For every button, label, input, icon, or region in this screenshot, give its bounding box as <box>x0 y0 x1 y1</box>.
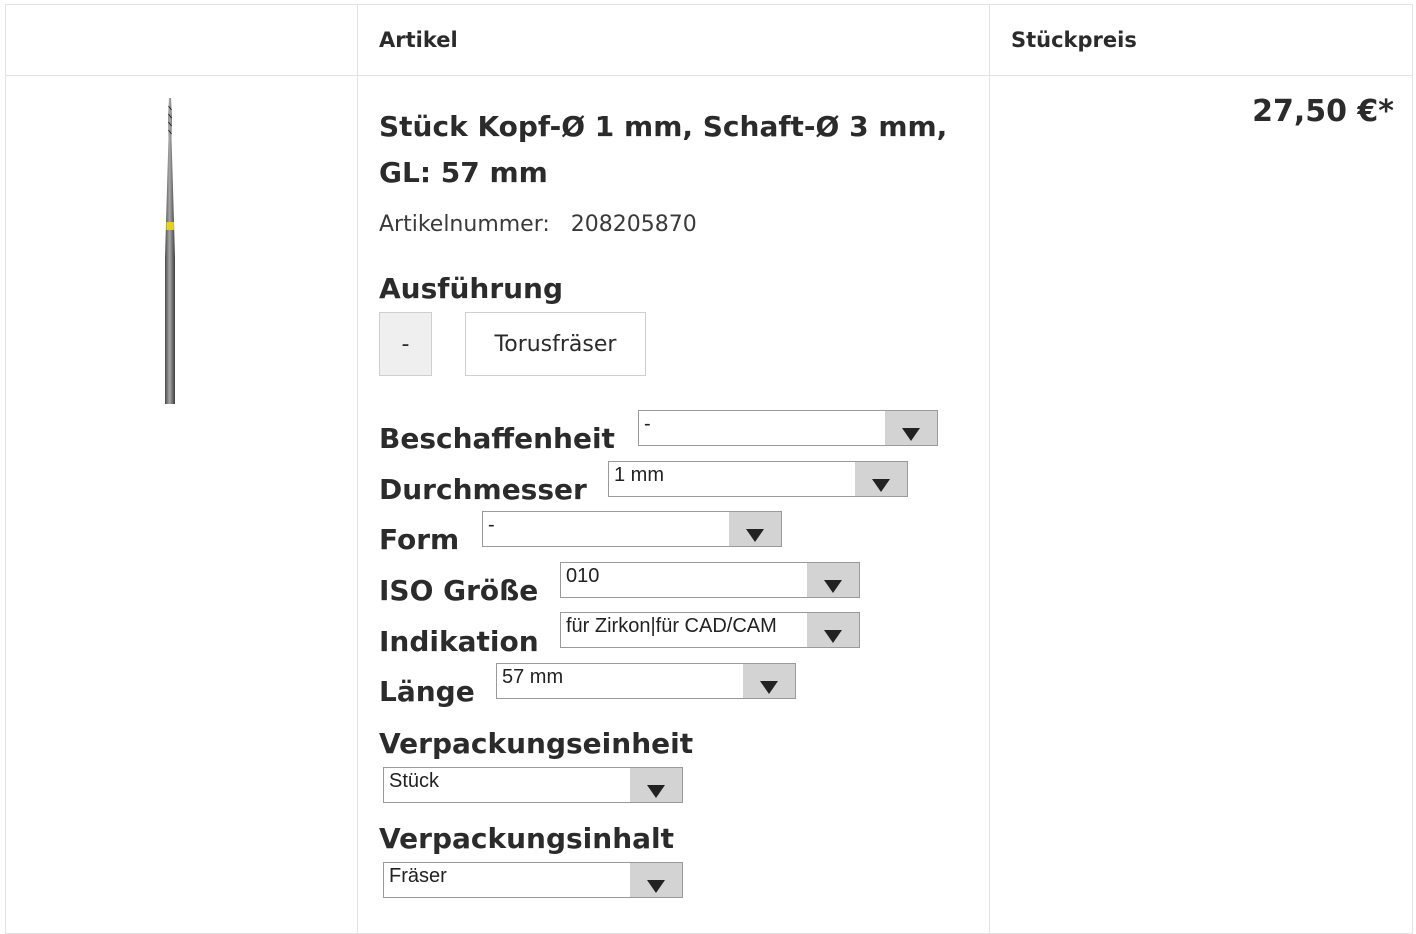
durchmesser-select[interactable]: 1 mm <box>608 461 908 497</box>
article-number: 208205870 <box>570 212 697 237</box>
verpackungsinhalt-select[interactable]: Fräser <box>383 862 683 898</box>
chevron-down-icon <box>855 462 907 496</box>
laenge-select[interactable]: 57 mm <box>496 663 796 699</box>
iso-select[interactable]: 010 <box>560 562 860 598</box>
article-number-label: Artikelnummer: <box>379 212 550 237</box>
laenge-label: Länge <box>379 675 475 708</box>
form-label: Form <box>379 523 460 556</box>
unit-price: 27,50 €* <box>1252 94 1394 129</box>
beschaffenheit-select[interactable]: - <box>638 410 938 446</box>
column-divider <box>357 4 358 934</box>
form-select[interactable]: - <box>482 511 782 547</box>
select-value: Fräser <box>389 865 447 887</box>
select-value: 010 <box>566 565 600 587</box>
indikation-select[interactable]: für Zirkon|für CAD/CAM <box>560 612 860 648</box>
product-title: Stück Kopf-Ø 1 mm, Schaft-Ø 3 mm, GL: 57… <box>379 110 948 189</box>
option-dash-button[interactable]: - <box>379 312 432 376</box>
chevron-down-icon <box>807 613 859 647</box>
verpackungseinheit-label: Verpackungseinheit <box>379 727 694 760</box>
chevron-down-icon <box>885 411 937 445</box>
header-article: Artikel <box>379 28 458 52</box>
select-value: für Zirkon|für CAD/CAM <box>566 615 777 637</box>
header-divider <box>5 75 1413 76</box>
indikation-label: Indikation <box>379 625 539 658</box>
select-value: 57 mm <box>502 666 564 688</box>
iso-label: ISO Größe <box>379 574 539 607</box>
chevron-down-icon <box>630 863 682 897</box>
select-value: 1 mm <box>614 464 664 486</box>
verpackungseinheit-select[interactable]: Stück <box>383 767 683 803</box>
header-unit-price: Stückpreis <box>1011 28 1137 52</box>
column-divider <box>989 4 990 934</box>
chevron-down-icon <box>743 664 795 698</box>
option-torusfraeser-button[interactable]: Torusfräser <box>465 312 646 376</box>
select-value: Stück <box>389 770 440 792</box>
article-number-row: Artikelnummer: 208205870 <box>379 212 697 237</box>
product-image <box>165 98 175 404</box>
chevron-down-icon <box>729 512 781 546</box>
select-value: - <box>488 514 495 536</box>
durchmesser-label: Durchmesser <box>379 473 587 506</box>
ausfuehrung-label: Ausführung <box>379 272 564 305</box>
select-value: - <box>644 413 651 435</box>
chevron-down-icon <box>630 768 682 802</box>
chevron-down-icon <box>807 563 859 597</box>
verpackungsinhalt-label: Verpackungsinhalt <box>379 822 675 855</box>
beschaffenheit-label: Beschaffenheit <box>379 422 615 455</box>
